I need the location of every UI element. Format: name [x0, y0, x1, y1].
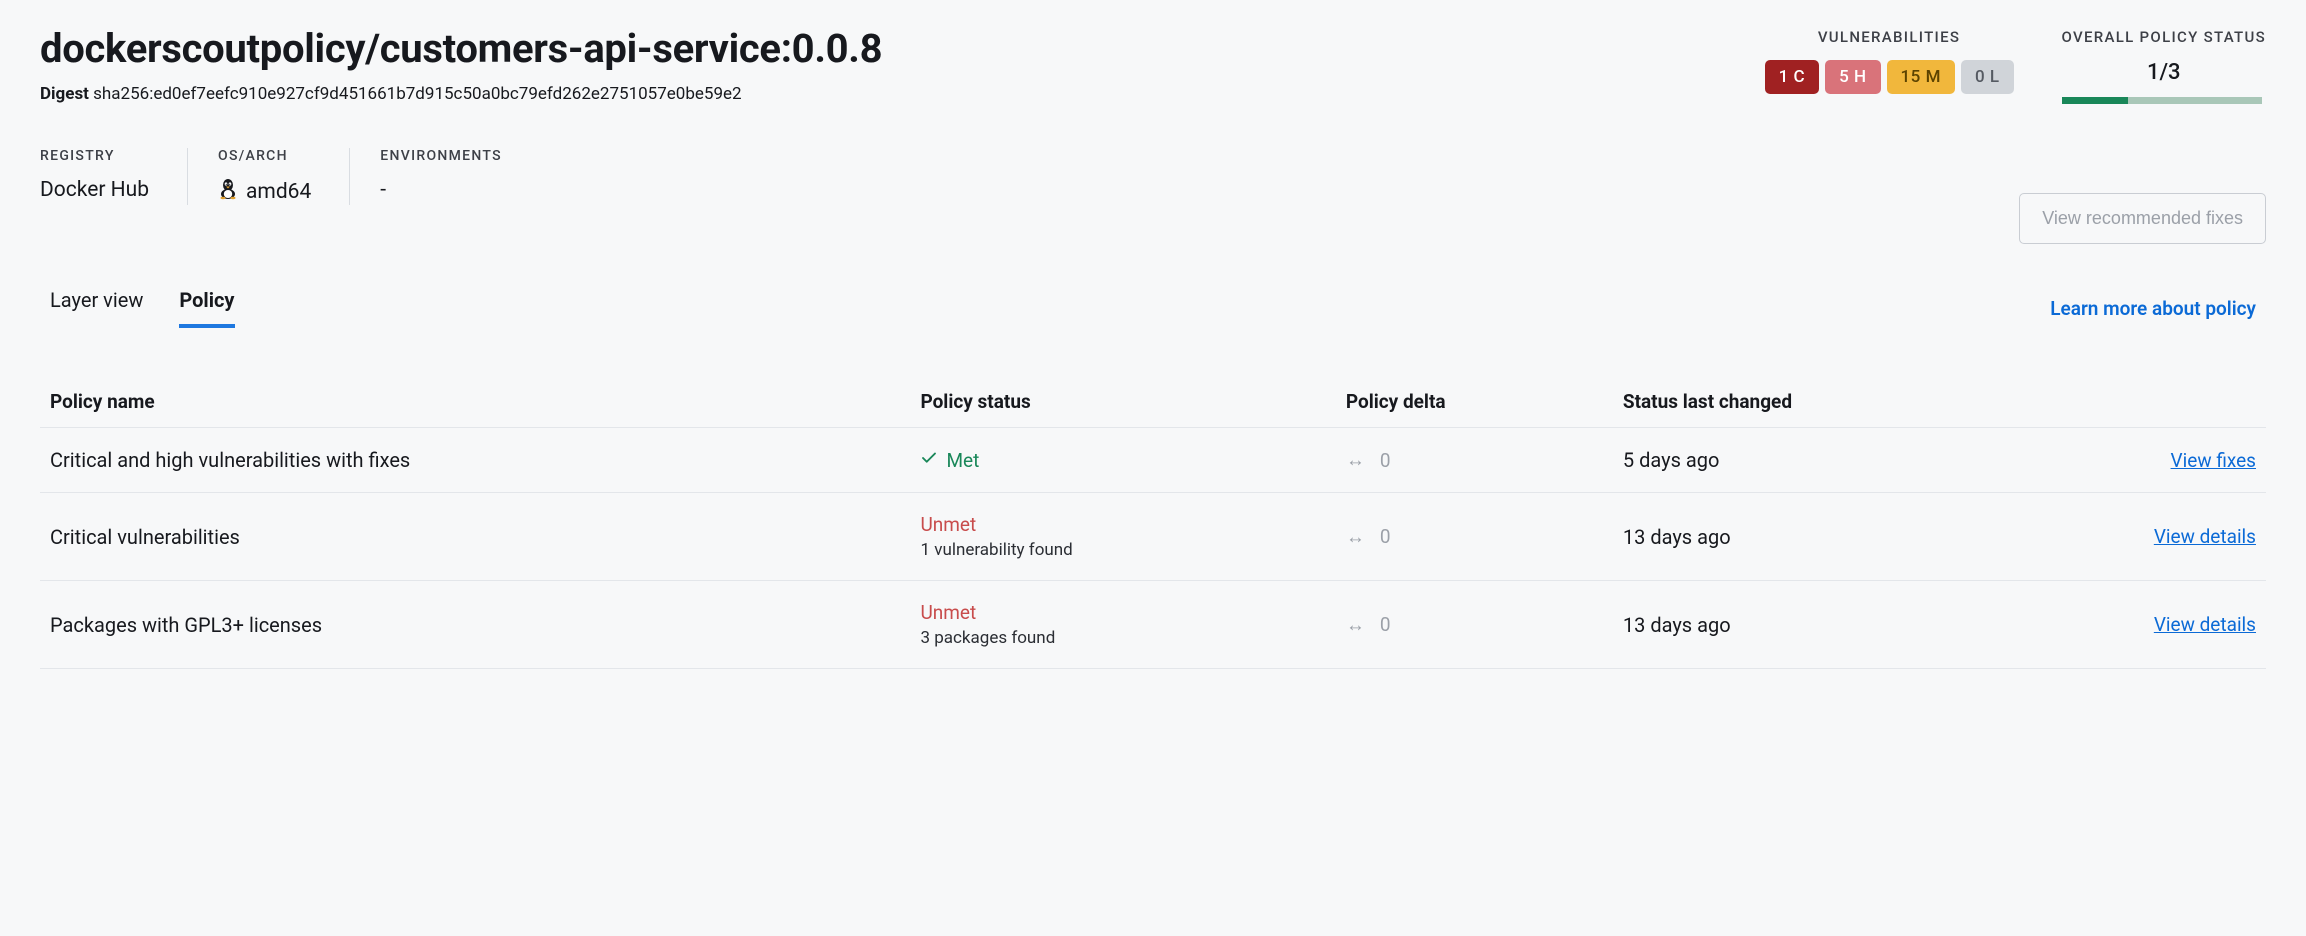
environments-label: ENVIRONMENTS — [380, 148, 502, 164]
policy-status: Unmet1 vulnerability found — [920, 513, 1335, 560]
tab-layer-view[interactable]: Layer view — [50, 288, 143, 328]
table-row: Critical and high vulnerabilities with f… — [40, 428, 2266, 493]
vuln-low-badge[interactable]: 0 L — [1961, 60, 2014, 94]
view-recommended-fixes-button[interactable]: View recommended fixes — [2019, 193, 2266, 244]
overall-status-label: OVERALL POLICY STATUS — [2062, 28, 2266, 46]
overall-progress-bar — [2062, 97, 2262, 104]
registry-label: REGISTRY — [40, 148, 149, 164]
vuln-high-badge[interactable]: 5 H — [1825, 60, 1880, 94]
digest-value: sha256:ed0ef7eefc910e927cf9d451661b7d915… — [93, 84, 741, 104]
digest-label: Digest — [40, 84, 89, 104]
linux-icon — [218, 178, 238, 205]
policy-status: Met — [920, 449, 1335, 472]
learn-more-link[interactable]: Learn more about policy — [2050, 297, 2256, 320]
delta-unchanged-icon: ↔ — [1346, 448, 1362, 472]
view-action-link[interactable]: View details — [2154, 525, 2256, 548]
col-status-last-changed: Status last changed — [1623, 390, 2038, 413]
policy-status-sub: 3 packages found — [920, 628, 1335, 648]
registry-value: Docker Hub — [40, 178, 149, 202]
view-action-link[interactable]: View details — [2154, 613, 2256, 636]
policy-name: Critical and high vulnerabilities with f… — [50, 448, 910, 472]
overall-status-value: 1/3 — [2062, 60, 2266, 85]
delta-unchanged-icon: ↔ — [1346, 525, 1362, 549]
vuln-medium-badge[interactable]: 15 M — [1887, 60, 1955, 94]
policy-name: Packages with GPL3+ licenses — [50, 613, 910, 637]
policy-delta: ↔0 — [1346, 448, 1613, 472]
osarch-value: amd64 — [246, 180, 311, 204]
vuln-critical-badge[interactable]: 1 C — [1765, 60, 1820, 94]
view-action-link[interactable]: View fixes — [2171, 449, 2256, 472]
status-last-changed: 13 days ago — [1623, 525, 2038, 549]
vulnerabilities-label: VULNERABILITIES — [1765, 28, 2014, 46]
check-icon — [920, 449, 938, 472]
policy-delta: ↔0 — [1346, 525, 1613, 549]
environments-value: - — [380, 178, 502, 202]
policy-delta: ↔0 — [1346, 613, 1613, 637]
policy-status: Unmet3 packages found — [920, 601, 1335, 648]
status-last-changed: 5 days ago — [1623, 448, 2038, 472]
col-policy-delta: Policy delta — [1346, 390, 1613, 413]
digest-line: Digest sha256:ed0ef7eefc910e927cf9d45166… — [40, 84, 882, 104]
table-row: Packages with GPL3+ licenses Unmet3 packa… — [40, 581, 2266, 669]
policy-table: Policy name Policy status Policy delta S… — [40, 376, 2266, 669]
col-policy-name: Policy name — [50, 390, 910, 413]
osarch-label: OS/ARCH — [218, 148, 311, 164]
policy-status-sub: 1 vulnerability found — [920, 540, 1335, 560]
policy-name: Critical vulnerabilities — [50, 525, 910, 549]
table-row: Critical vulnerabilities Unmet1 vulnerabi… — [40, 493, 2266, 581]
tab-policy[interactable]: Policy — [179, 288, 234, 328]
overall-progress-fill — [2062, 97, 2129, 104]
col-policy-status: Policy status — [920, 390, 1335, 413]
page-title: dockerscoutpolicy/customers-api-service:… — [40, 28, 882, 70]
vulnerability-badges: 1 C 5 H 15 M 0 L — [1765, 60, 2014, 94]
delta-unchanged-icon: ↔ — [1346, 613, 1362, 637]
status-last-changed: 13 days ago — [1623, 613, 2038, 637]
